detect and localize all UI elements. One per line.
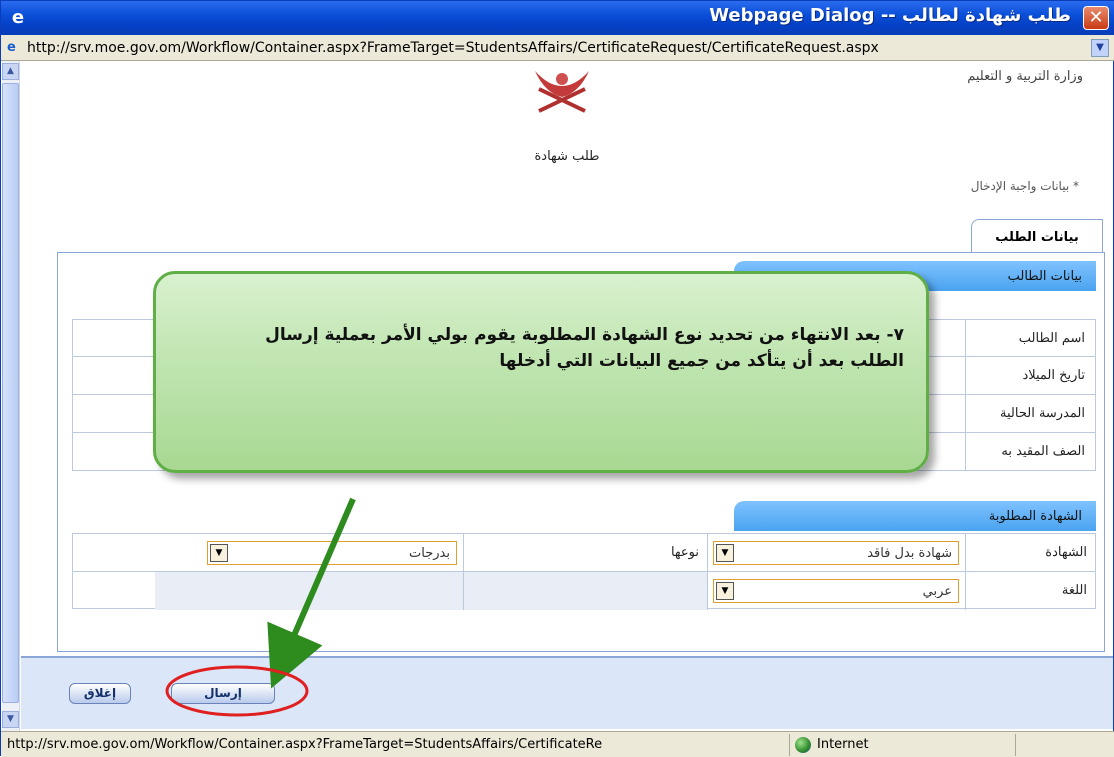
close-button[interactable]: إغلاق (69, 683, 131, 704)
ie-icon: e (11, 7, 25, 28)
ministry-logo (535, 71, 589, 113)
type-label: نوعها (463, 534, 707, 572)
status-url: http://srv.moe.gov.om/Workflow/Container… (7, 737, 603, 752)
instruction-callout: ٧- بعد الانتهاء من تحديد نوع الشهادة الم… (153, 271, 929, 473)
scroll-thumb[interactable] (2, 83, 19, 703)
grade-label: الصف المقيد به (965, 433, 1095, 470)
security-zone: Internet (817, 737, 869, 752)
empty-cell (463, 572, 707, 610)
scroll-up-icon[interactable]: ▲ (2, 63, 19, 80)
send-button[interactable]: إرسال (171, 683, 275, 704)
page-title: طلب شهادة (534, 149, 600, 164)
close-window-button[interactable]: ✕ (1083, 6, 1109, 30)
language-select[interactable]: عربي ▼ (713, 579, 959, 603)
table-row: الشهادة شهادة بدل فاقد ▼ نوعها بدرجات ▼ (73, 534, 1095, 572)
certificate-section-header: الشهادة المطلوبة (734, 501, 1096, 531)
certificate-value: شهادة بدل فاقد (867, 546, 952, 561)
globe-icon (795, 737, 811, 753)
required-note: * بيانات واجبة الإدخال (970, 179, 1079, 193)
divider (789, 734, 790, 756)
birth-date-label: تاريخ الميلاد (965, 357, 1095, 394)
chevron-down-icon[interactable]: ▼ (210, 544, 228, 562)
language-label: اللغة (965, 572, 1095, 610)
table-row: اللغة عربي ▼ (73, 572, 1095, 610)
certificate-label: الشهادة (965, 534, 1095, 572)
ministry-name: وزارة التربية و التعليم (967, 69, 1083, 84)
address-bar: e http://srv.moe.gov.om/Workflow/Contain… (1, 35, 1114, 61)
type-cell: بدرجات ▼ (155, 534, 463, 572)
language-cell: عربي ▼ (707, 572, 965, 610)
certificate-table: الشهادة شهادة بدل فاقد ▼ نوعها بدرجات ▼ (72, 533, 1096, 610)
empty-cell (155, 572, 463, 610)
type-value: بدرجات (409, 546, 450, 561)
title-bar: e طلب شهادة لطالب -- Webpage Dialog ✕ (1, 1, 1114, 35)
chevron-down-icon[interactable]: ▼ (716, 582, 734, 600)
window-title: طلب شهادة لطالب -- Webpage Dialog (709, 5, 1071, 26)
language-value: عربي (922, 584, 952, 599)
status-bar: http://srv.moe.gov.om/Workflow/Container… (1, 731, 1114, 757)
vertical-scrollbar[interactable]: ▲ ▼ (2, 61, 20, 731)
instruction-text: ٧- بعد الانتهاء من تحديد نوع الشهادة الم… (265, 325, 904, 371)
button-bar: إغلاق إرسال (21, 656, 1113, 729)
tab-request-data[interactable]: بيانات الطلب (971, 219, 1103, 253)
certificate-select[interactable]: شهادة بدل فاقد ▼ (713, 541, 959, 565)
page-icon: e (7, 40, 16, 55)
address-url[interactable]: http://srv.moe.gov.om/Workflow/Container… (27, 40, 1087, 56)
dialog-window: e طلب شهادة لطالب -- Webpage Dialog ✕ e … (0, 0, 1114, 757)
address-dropdown-icon[interactable]: ▼ (1091, 39, 1109, 57)
type-select[interactable]: بدرجات ▼ (207, 541, 457, 565)
student-name-label: اسم الطالب (965, 320, 1095, 356)
divider (1015, 734, 1016, 756)
certificate-cell: شهادة بدل فاقد ▼ (707, 534, 965, 572)
scroll-down-icon[interactable]: ▼ (2, 711, 19, 728)
current-school-label: المدرسة الحالية (965, 395, 1095, 432)
chevron-down-icon[interactable]: ▼ (716, 544, 734, 562)
